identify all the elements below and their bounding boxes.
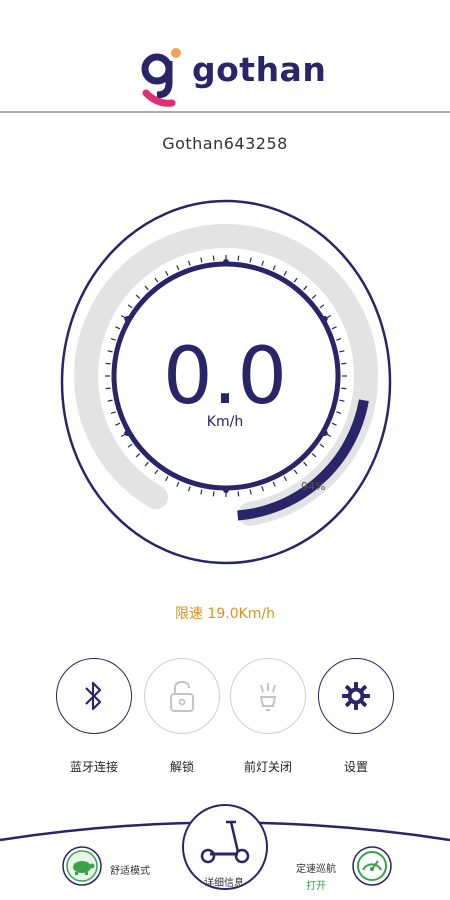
gauge-tick bbox=[212, 491, 215, 497]
brand-name: gothan bbox=[192, 50, 327, 89]
header-divider bbox=[0, 111, 450, 113]
cruise-control-button[interactable] bbox=[351, 845, 393, 887]
cruise-control-status: 打开 bbox=[306, 881, 326, 892]
gauge-dot bbox=[124, 430, 131, 436]
gauge-dot bbox=[321, 430, 328, 436]
speed-unit: Km/h bbox=[206, 414, 244, 430]
gear-icon bbox=[342, 682, 370, 710]
comfort-mode-button[interactable] bbox=[61, 845, 103, 887]
settings-button[interactable] bbox=[318, 658, 394, 734]
unlock-button[interactable] bbox=[144, 658, 220, 734]
gauge-tick bbox=[237, 255, 240, 261]
speed-value: 0.0 bbox=[162, 332, 288, 422]
app-header: gothan bbox=[0, 0, 450, 113]
bluetooth-label: 蓝牙连接 bbox=[69, 760, 118, 774]
gauge-tick bbox=[237, 491, 240, 497]
speed-limit-label: 限速 19.0Km/h bbox=[174, 606, 276, 622]
gauge-dot bbox=[223, 487, 229, 493]
unlock-label: 解锁 bbox=[169, 760, 194, 774]
bluetooth-button[interactable] bbox=[56, 658, 132, 734]
headlight-icon bbox=[259, 683, 277, 711]
gauge-dot bbox=[223, 259, 229, 265]
bluetooth-icon bbox=[85, 681, 102, 711]
detail-info-label: 详细信息 bbox=[204, 878, 244, 889]
gauge-dot bbox=[321, 316, 328, 322]
settings-label: 设置 bbox=[343, 760, 368, 774]
headlight-label: 前灯关闭 bbox=[243, 760, 292, 774]
cruise-control-label: 定速巡航 bbox=[296, 864, 336, 875]
battery-percent: 94% bbox=[301, 480, 326, 493]
speedometer-icon bbox=[352, 846, 392, 886]
gothan-logo bbox=[141, 48, 181, 107]
headlight-button[interactable] bbox=[230, 658, 306, 734]
gauge-dot bbox=[124, 316, 131, 322]
turtle-icon bbox=[62, 846, 102, 886]
scooter-icon bbox=[200, 820, 250, 864]
unlock-icon bbox=[170, 680, 194, 712]
gauge-tick bbox=[212, 255, 215, 261]
device-name: Gothan643258 bbox=[162, 134, 288, 153]
comfort-mode-label: 舒适模式 bbox=[110, 866, 150, 877]
